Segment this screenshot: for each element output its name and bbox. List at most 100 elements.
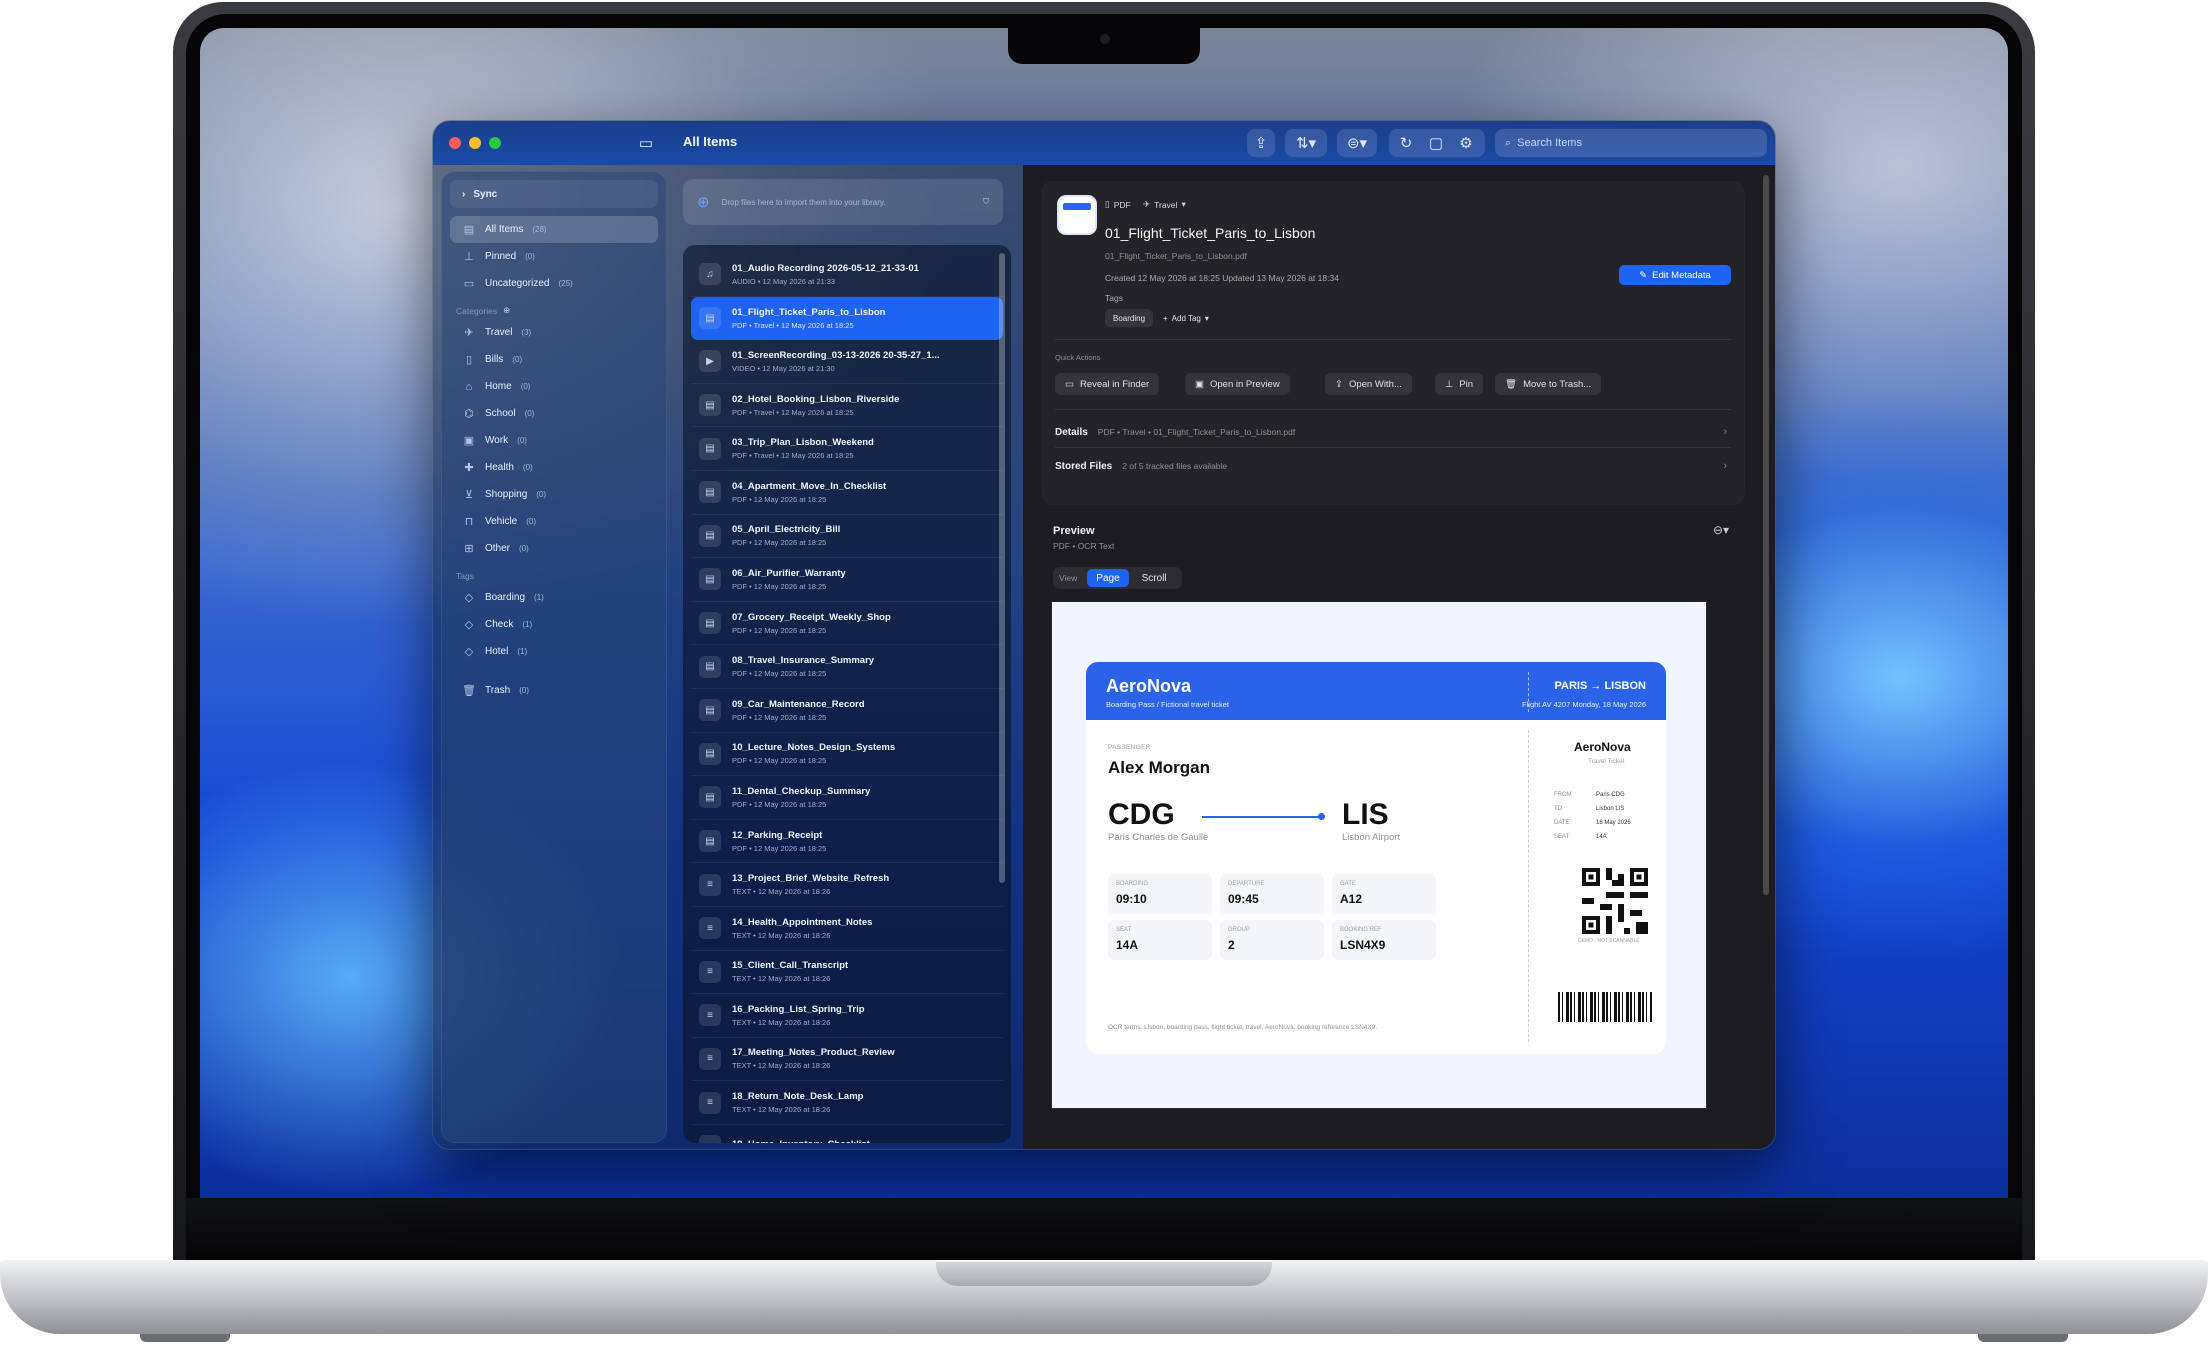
zoom-window-button[interactable] [489, 137, 501, 149]
open-with-button[interactable]: ⇪ Open With... [1325, 373, 1412, 395]
sidebar-item-home[interactable]: ⌂ Home (0) [450, 373, 658, 400]
list-item[interactable]: ▤ 02_Hotel_Booking_Lisbon_Riverside PDF • … [691, 384, 1003, 428]
list-item[interactable]: ▤ 09_Car_Maintenance_Record PDF • 12 May 2… [691, 689, 1003, 733]
passenger-label: PASSENGER [1108, 744, 1151, 751]
sidebar-item-tag-hotel[interactable]: ◇ Hotel (1) [450, 638, 658, 665]
sync-button[interactable]: › Sync [450, 180, 658, 208]
list-item[interactable]: ▤ 04_Apartment_Move_In_Checklist PDF • 12 … [691, 471, 1003, 515]
stored-files-row[interactable]: Stored Files 2 of 5 tracked files availab… [1055, 455, 1731, 477]
open-in-preview-button[interactable]: ▣ Open in Preview [1185, 373, 1290, 395]
list-item[interactable]: ♫ 01_Audio Recording 2026-05-12_21-33-01 A… [691, 253, 1003, 297]
list-item-title: 08_Travel_Insurance_Summary [732, 655, 875, 667]
list-item[interactable]: ≡ 14_Health_Appointment_Notes TEXT • 12 Ma… [691, 907, 1003, 951]
sidebar-toggle-icon[interactable]: ▭ [633, 129, 659, 157]
details-row[interactable]: Details PDF • Travel • 01_Flight_Ticket_P… [1055, 421, 1731, 443]
document-icon: ▤ [699, 699, 721, 722]
origin-city: Paris Charles de Gaulle [1108, 832, 1209, 843]
laptop-foot [1978, 1334, 2068, 1342]
list-item[interactable]: ≡ 15_Client_Call_Transcript TEXT • 12 May … [691, 951, 1003, 995]
sidebar-item-tag-boarding[interactable]: ◇ Boarding (1) [450, 584, 658, 611]
sidebar-item-label: Trash [485, 685, 511, 696]
minimize-window-button[interactable] [469, 137, 481, 149]
list-item[interactable]: ▤ 07_Grocery_Receipt_Weekly_Shop PDF • 12 … [691, 602, 1003, 646]
drop-zone[interactable]: ⊕ Drop files here to import them into yo… [683, 179, 1003, 225]
edit-metadata-button[interactable]: ✎ Edit Metadata [1619, 265, 1731, 285]
list-item[interactable]: ≡ 19_Home_Inventory_Checklist [691, 1125, 1003, 1143]
sidebar-item-label: Work [485, 435, 509, 446]
stub-value: Lisbon LIS [1596, 806, 1625, 812]
view-mode-scroll[interactable]: Scroll [1133, 569, 1176, 587]
sidebar-item-bills[interactable]: ▯ Bills (0) [450, 346, 658, 373]
close-window-button[interactable] [449, 137, 461, 149]
sidebar-item-count: (0) [517, 436, 527, 445]
detail-scrollbar[interactable] [1763, 175, 1769, 895]
list-item[interactable]: ▤ 12_Parking_Receipt PDF • 12 May 2026 at … [691, 820, 1003, 864]
sidebar-item-tag-check[interactable]: ◇ Check (1) [450, 611, 658, 638]
add-category-icon[interactable]: ⊕ [503, 305, 510, 316]
chevron-right-icon: › [1723, 426, 1727, 438]
list-item-title: 09_Car_Maintenance_Record [732, 698, 865, 710]
sidebar-item-health[interactable]: ✚ Health (0) [450, 454, 658, 481]
refresh-icon[interactable]: ↻ [1391, 129, 1421, 157]
move-to-trash-button[interactable]: 🗑 Move to Trash... [1495, 373, 1602, 395]
list-item[interactable]: ▤ 03_Trip_Plan_Lisbon_Weekend PDF • Travel… [691, 427, 1003, 471]
quick-action-label: Reveal in Finder [1079, 378, 1150, 390]
preview-options-icon[interactable]: ⊖▾ [1713, 523, 1729, 537]
document-icon: ▤ [699, 742, 721, 765]
sidebar-item-shopping[interactable]: ⊻ Shopping (0) [450, 481, 658, 508]
list-item[interactable]: ▤ 01_Flight_Ticket_Paris_to_Lisbon PDF • T… [691, 296, 1003, 341]
list-item-subtitle: PDF • 12 May 2026 at 18:25 [732, 669, 827, 679]
route-from: PARIS [1554, 680, 1588, 692]
search-input[interactable]: ⌕ Search Items [1495, 129, 1767, 157]
sidebar-item-work[interactable]: ▣ Work (0) [450, 427, 658, 454]
reveal-in-finder-button[interactable]: ▭ Reveal in Finder [1055, 373, 1160, 395]
list-item[interactable]: ▤ 05_April_Electricity_Bill PDF • 12 May 2… [691, 515, 1003, 559]
receipt-icon: ▯ [465, 354, 473, 366]
cross-icon: ✚ [464, 462, 474, 474]
quick-action-label: Pin [1459, 378, 1474, 390]
sidebar-item-other[interactable]: ⊞ Other (0) [450, 535, 658, 562]
list-item[interactable]: ≡ 13_Project_Brief_Website_Refresh TEXT • … [691, 863, 1003, 907]
add-tag-button[interactable]: + Add Tag ▾ [1155, 309, 1217, 327]
sidebar-item-label: Other [485, 543, 511, 554]
passenger-name: Alex Morgan [1108, 758, 1211, 777]
title-bar: ▭ All Items ⇪ ⇅▾ ⊜▾ ↻ ▢ ⚙ ⌕ Search Items [433, 121, 1775, 165]
sidebar-item-school[interactable]: ⌬ School (0) [450, 400, 658, 427]
sidebar-item-travel[interactable]: ✈ Travel (3) [450, 319, 658, 346]
list-scrollbar[interactable] [999, 253, 1005, 883]
list-item[interactable]: ▤ 08_Travel_Insurance_Summary PDF • 12 May… [691, 645, 1003, 689]
search-placeholder: Search Items [1517, 137, 1582, 149]
list-item-subtitle: PDF • 12 May 2026 at 18:25 [732, 538, 827, 548]
edit-metadata-label: Edit Metadata [1652, 269, 1711, 281]
list-item[interactable]: ▶ 01_ScreenRecording_03-13-2026 20-35-27_… [691, 340, 1003, 384]
sidebar-item-uncategorized[interactable]: ▭ Uncategorized (25) [450, 270, 658, 297]
list-item[interactable]: ≡ 16_Packing_List_Spring_Trip TEXT • 12 Ma… [691, 994, 1003, 1038]
list-item[interactable]: ▤ 10_Lecture_Notes_Design_Systems PDF • 12… [691, 733, 1003, 777]
sidebar-item-trash[interactable]: 🗑 Trash (0) [450, 677, 658, 704]
list-item-title: 13_Project_Brief_Website_Refresh [732, 873, 890, 885]
list-item[interactable]: ≡ 17_Meeting_Notes_Product_Review TEXT • 1… [691, 1038, 1003, 1082]
category-chip[interactable]: ✈ Travel ▾ [1143, 199, 1186, 210]
search-icon: ⌕ [1505, 136, 1512, 149]
list-item[interactable]: ▤ 11_Dental_Checkup_Summary PDF • 12 May 2… [691, 776, 1003, 820]
stub-perforation [1528, 730, 1529, 1042]
list-item[interactable]: ▤ 06_Air_Purifier_Warranty PDF • 12 May 20… [691, 558, 1003, 602]
sidebar-item-label: School [485, 408, 516, 419]
stub-value: 14A [1596, 834, 1607, 840]
sidebar-item-vehicle[interactable]: ⊓ Vehicle (0) [450, 508, 658, 535]
document-icon: ▤ [699, 307, 721, 330]
stub-key: FROM [1554, 792, 1572, 798]
list-item-subtitle: TEXT • 12 May 2026 at 18:26 [732, 1105, 831, 1115]
pin-button[interactable]: ⊥ Pin [1435, 373, 1484, 395]
field-label: BOOKING REF [1340, 927, 1382, 933]
sidebar-item-pinned[interactable]: ⊥ Pinned (0) [450, 243, 658, 270]
folder-icon[interactable]: ▢ [1421, 129, 1451, 157]
list-item-text: 13_Project_Brief_Website_Refresh TEXT • 1… [732, 873, 984, 896]
list-item-subtitle: PDF • 12 May 2026 at 18:25 [732, 494, 827, 504]
gear-icon[interactable]: ⚙ [1451, 129, 1481, 157]
sidebar-item-all-items[interactable]: ▤ All Items (28) [450, 216, 658, 243]
view-mode-page[interactable]: Page [1087, 569, 1129, 587]
tag-pill[interactable]: Boarding [1105, 309, 1154, 327]
list-item-text: 05_April_Electricity_Bill PDF • 12 May 20… [732, 524, 984, 547]
list-item[interactable]: ≡ 18_Return_Note_Desk_Lamp TEXT • 12 May 2… [691, 1081, 1003, 1125]
